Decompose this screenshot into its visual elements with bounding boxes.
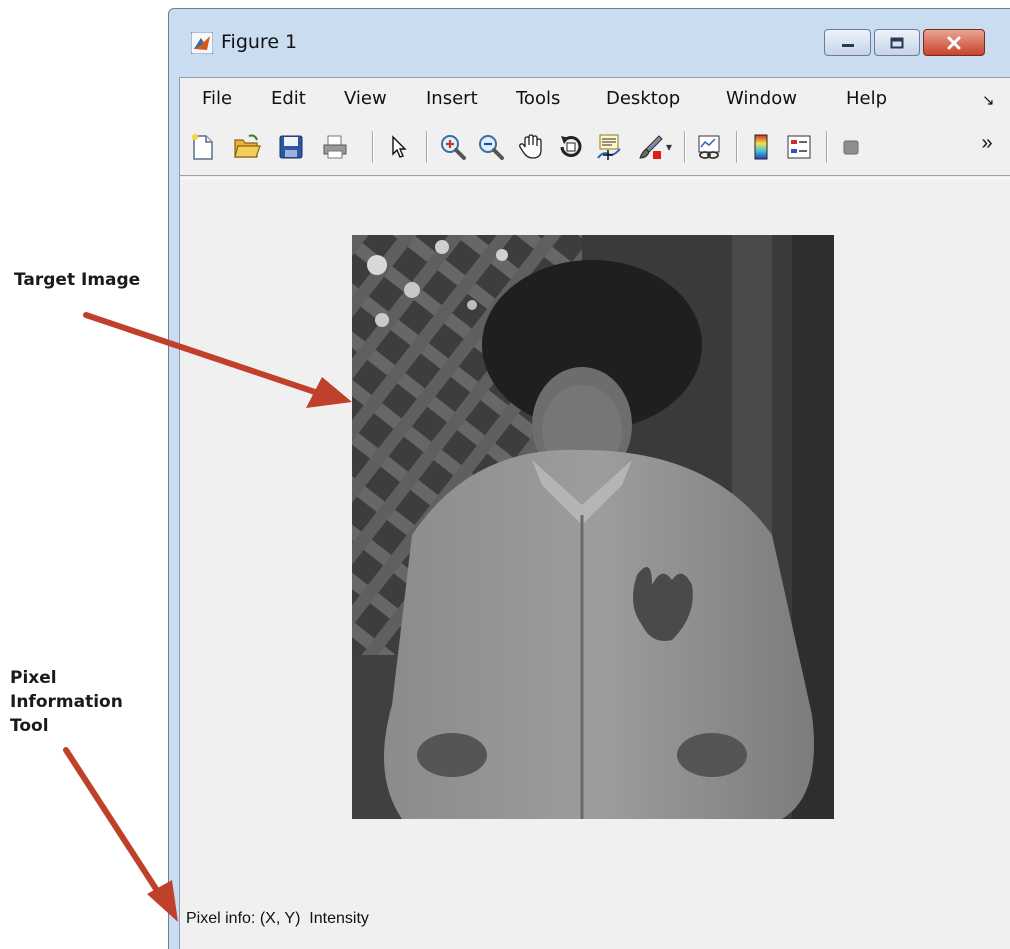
save-button[interactable] xyxy=(276,132,306,162)
minimize-icon xyxy=(841,43,854,47)
legend-button[interactable] xyxy=(784,132,814,162)
colorbar-icon xyxy=(754,134,768,160)
print-icon xyxy=(323,135,347,159)
pixel-tool-annotation-line-2: Information xyxy=(10,692,123,712)
figure-toolbar: ▾ » xyxy=(180,122,1010,172)
minimize-button[interactable] xyxy=(824,29,871,56)
hide-plot-tools-button[interactable] xyxy=(836,132,866,162)
close-button[interactable] xyxy=(923,29,985,56)
menu-desktop[interactable]: Desktop xyxy=(604,87,682,110)
maximize-icon xyxy=(890,37,904,48)
data-cursor-button[interactable] xyxy=(594,132,624,162)
open-file-icon xyxy=(234,134,261,158)
menu-insert[interactable]: Insert xyxy=(424,87,480,110)
maximize-button[interactable] xyxy=(874,29,920,56)
title-bar[interactable]: Figure 1 xyxy=(169,9,1010,79)
print-button[interactable] xyxy=(320,132,350,162)
matlab-logo-icon xyxy=(191,32,213,54)
pixel-tool-arrow xyxy=(63,747,178,922)
edit-plot-icon xyxy=(392,135,407,158)
pixel-tool-annotation-line-3: Tool xyxy=(10,716,49,736)
close-icon xyxy=(947,36,961,49)
link-plot-icon xyxy=(698,135,720,159)
menu-edit[interactable]: Edit xyxy=(269,87,308,110)
toolbar-overflow-icon[interactable]: » xyxy=(976,128,998,158)
new-figure-icon xyxy=(192,134,213,160)
pixel-info-tool: Pixel info: (X, Y) Intensity xyxy=(186,910,369,927)
zoom-out-button[interactable] xyxy=(476,132,506,162)
menu-tools[interactable]: Tools xyxy=(514,87,562,110)
figure-window: Figure 1 File Edit View Insert Tools Des… xyxy=(168,8,1010,949)
pan-icon xyxy=(519,134,542,159)
legend-icon xyxy=(787,135,811,159)
data-cursor-icon xyxy=(597,134,621,160)
zoom-out-icon xyxy=(479,135,504,160)
menu-help[interactable]: Help xyxy=(844,87,889,110)
pixel-tool-annotation-line-1: Pixel xyxy=(10,668,57,688)
hide-plot-tools-icon xyxy=(843,140,859,155)
open-file-button[interactable] xyxy=(232,132,262,162)
menu-view[interactable]: View xyxy=(342,87,389,110)
pan-button[interactable] xyxy=(516,132,546,162)
window-title: Figure 1 xyxy=(221,31,298,53)
toolbar-divider xyxy=(180,175,1010,179)
edit-plot-button[interactable] xyxy=(384,132,414,162)
zoom-in-icon xyxy=(441,135,466,160)
rotate-3d-button[interactable] xyxy=(556,132,586,162)
dock-figure-icon[interactable]: ↘ xyxy=(980,90,997,110)
rotate-3d-icon xyxy=(560,136,582,157)
brush-icon xyxy=(639,135,663,159)
grayscale-photo xyxy=(352,235,834,819)
new-figure-button[interactable] xyxy=(188,132,218,162)
menu-window[interactable]: Window xyxy=(724,87,799,110)
menu-bar: File Edit View Insert Tools Desktop Wind… xyxy=(180,78,1010,120)
target-image[interactable] xyxy=(352,235,834,819)
target-image-annotation: Target Image xyxy=(14,270,141,290)
colorbar-button[interactable] xyxy=(746,132,776,162)
brush-dropdown-arrow[interactable]: ▾ xyxy=(662,132,676,162)
save-icon xyxy=(279,135,303,159)
zoom-in-button[interactable] xyxy=(438,132,468,162)
menu-file[interactable]: File xyxy=(200,87,234,110)
figure-client-area: File Edit View Insert Tools Desktop Wind… xyxy=(179,77,1010,949)
link-plot-button[interactable] xyxy=(694,132,724,162)
